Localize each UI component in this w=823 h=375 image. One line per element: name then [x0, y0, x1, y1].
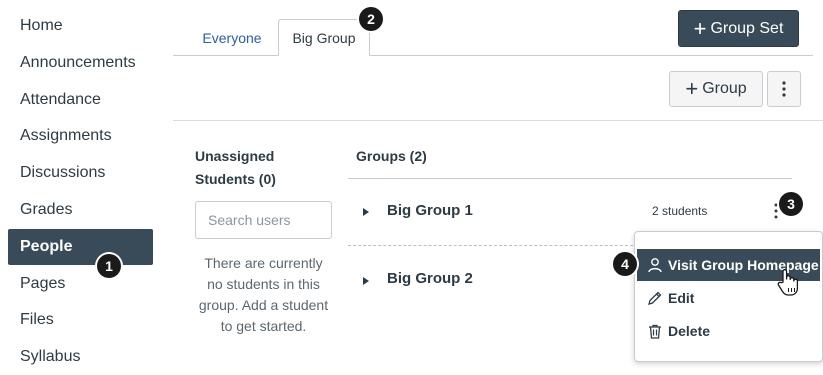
group-student-count: 2 students [652, 204, 708, 218]
group-name[interactable]: Big Group 2 [387, 270, 473, 287]
nav-attendance[interactable]: Attendance [8, 82, 153, 118]
menu-item-label: Edit [668, 290, 695, 306]
kebab-icon [782, 81, 786, 97]
nav-home[interactable]: Home [8, 8, 153, 44]
group-set-options-button[interactable] [767, 71, 801, 107]
step-marker-1: 1 [97, 254, 121, 278]
hand-cursor-icon [777, 269, 799, 296]
add-group-button[interactable]: + Group [669, 71, 763, 107]
nav-grades[interactable]: Grades [8, 192, 153, 228]
user-icon [648, 258, 662, 273]
nav-syllabus[interactable]: Syllabus [8, 339, 153, 375]
menu-item-label: Delete [668, 323, 711, 339]
nav-files[interactable]: Files [8, 302, 153, 338]
tab-big-group-cover [278, 20, 370, 56]
group-label: Group [702, 80, 747, 97]
group-separator [348, 245, 638, 246]
nav-pages[interactable]: Pages [8, 266, 153, 302]
step-marker-2: 2 [359, 7, 383, 31]
nav-announcements[interactable]: Announcements [8, 45, 153, 81]
group-options-kebab-icon[interactable] [774, 203, 778, 219]
step-marker-3: 3 [779, 192, 803, 216]
trash-icon [649, 324, 661, 339]
plus-icon: + [685, 76, 699, 101]
unassigned-heading: Unassigned Students (0) [195, 148, 276, 187]
nav-assignments[interactable]: Assignments [8, 118, 153, 154]
nav-discussions[interactable]: Discussions [8, 155, 153, 191]
unassigned-empty-message: There are currently no students in this … [198, 255, 329, 334]
groups-heading: Groups (2) [356, 148, 427, 164]
tab-everyone[interactable]: Everyone [188, 20, 276, 57]
group-name[interactable]: Big Group 1 [387, 202, 473, 219]
pencil-icon [648, 291, 662, 305]
group-set-label: Group Set [710, 19, 784, 37]
groups-divider [348, 178, 792, 179]
expand-caret-icon[interactable] [363, 208, 369, 216]
step-marker-4: 4 [613, 252, 637, 276]
plus-icon: + [693, 15, 707, 41]
nav-people[interactable]: People [8, 229, 153, 265]
tab-divider [173, 55, 813, 56]
search-users-input[interactable] [195, 201, 332, 239]
expand-caret-icon[interactable] [363, 277, 369, 285]
toolbar-divider [173, 120, 823, 121]
add-group-set-button[interactable]: + Group Set [678, 10, 799, 47]
delete-menu-item[interactable]: Delete [637, 315, 820, 347]
